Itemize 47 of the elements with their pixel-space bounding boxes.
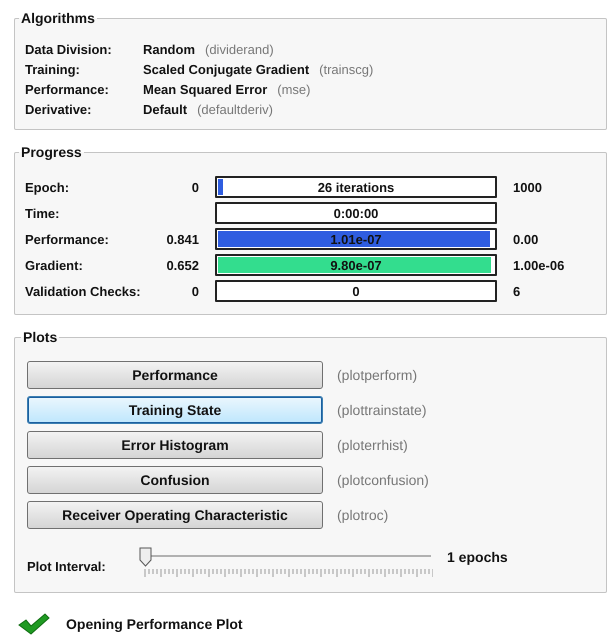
status-message: Opening Performance Plot bbox=[66, 616, 243, 632]
bar-text: 9.80e-07 bbox=[330, 258, 382, 272]
panel-title: Progress bbox=[20, 144, 83, 160]
function-name: (defaultderiv) bbox=[197, 102, 273, 117]
slider-label: Plot Interval: bbox=[27, 559, 107, 574]
end-value: 0.00 bbox=[512, 232, 540, 246]
plot-button[interactable]: Performance bbox=[27, 361, 323, 389]
field-value: Mean Squared Error bbox=[143, 82, 268, 97]
end-value: 6 bbox=[512, 284, 522, 298]
field-label: Derivative: bbox=[25, 102, 92, 117]
field-value: Default bbox=[143, 102, 188, 117]
field-value: Scaled Conjugate Gradient bbox=[143, 62, 310, 77]
plot-button[interactable]: Receiver Operating Characteristic bbox=[27, 501, 323, 529]
start-value: 0 bbox=[190, 180, 200, 194]
function-name: (mse) bbox=[277, 82, 310, 97]
function-name: (plotroc) bbox=[337, 507, 390, 523]
plot-interval-slider[interactable] bbox=[139, 547, 433, 578]
function-name: (plotconfusion) bbox=[337, 472, 430, 488]
bar-text: 26 iterations bbox=[318, 180, 394, 194]
panel-title: Algorithms bbox=[20, 10, 96, 26]
start-value: 0.652 bbox=[165, 258, 200, 272]
progress-label: Validation Checks: bbox=[25, 284, 142, 298]
start-value: 0 bbox=[190, 284, 200, 298]
function-name: (plotperform) bbox=[337, 367, 418, 383]
start-value: 0.841 bbox=[165, 232, 200, 246]
end-value: 1.00e-06 bbox=[512, 258, 566, 272]
checkmark-icon bbox=[18, 613, 50, 635]
plot-button[interactable]: Confusion bbox=[27, 466, 323, 494]
field-label: Training: bbox=[25, 62, 81, 77]
field-label: Data Division: bbox=[25, 42, 113, 57]
slider-thumb[interactable] bbox=[140, 548, 152, 567]
function-name: (plottrainstate) bbox=[337, 402, 428, 418]
panel-title: Plots bbox=[22, 329, 58, 345]
field-value: Random bbox=[143, 42, 195, 57]
bar-text: 1.01e-07 bbox=[330, 232, 382, 246]
progress-label: Epoch: bbox=[25, 180, 70, 194]
plot-button[interactable]: Training State bbox=[27, 396, 323, 424]
end-value: 1000 bbox=[512, 180, 543, 194]
plot-button[interactable]: Error Histogram bbox=[27, 431, 323, 459]
function-name: (trainscg) bbox=[319, 62, 374, 77]
progress-label: Time: bbox=[25, 206, 60, 220]
slider-reading: 1 epochs bbox=[447, 549, 508, 565]
field-label: Performance: bbox=[25, 82, 110, 97]
progress-label: Gradient: bbox=[25, 258, 84, 272]
function-name: (ploterrhist) bbox=[337, 437, 409, 453]
function-name: (dividerand) bbox=[205, 42, 274, 57]
progress-label: Performance: bbox=[25, 232, 110, 246]
